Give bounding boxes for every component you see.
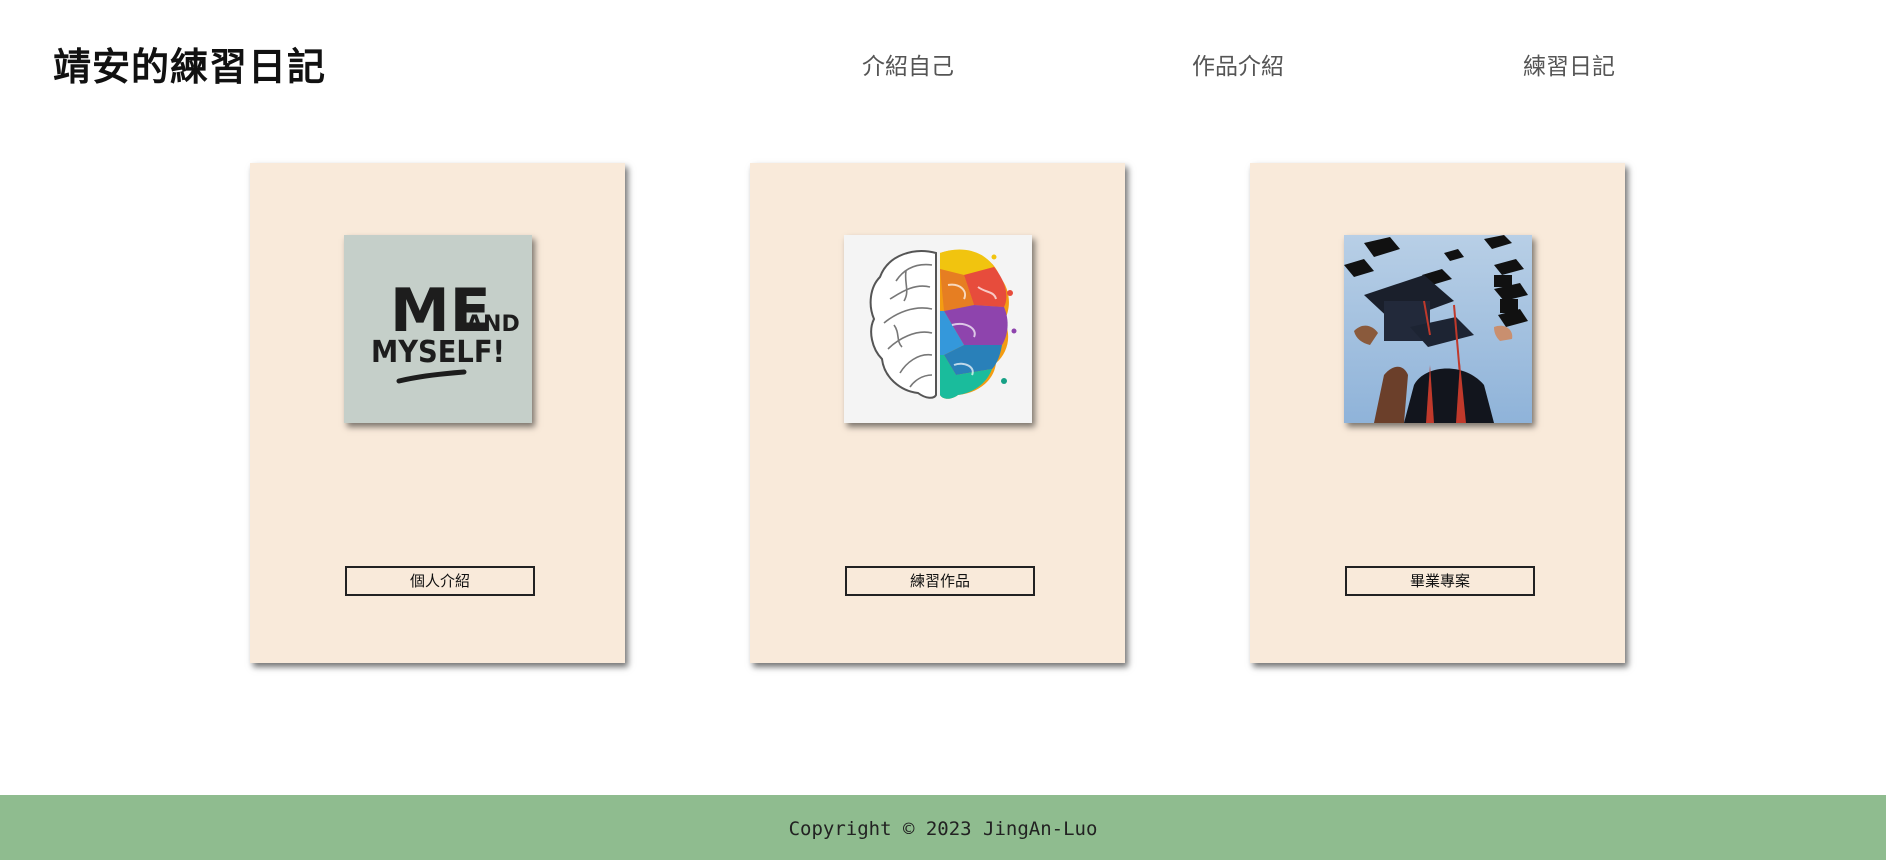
card-graduation: 畢業專案 xyxy=(1250,163,1625,663)
card-works: 練習作品 xyxy=(750,163,1125,663)
site-header: 靖安的練習日記 介紹自己 作品介紹 練習日記 xyxy=(0,0,1886,120)
copyright-text: Copyright © 2023 JingAn-Luo xyxy=(788,818,1098,840)
page: 靖安的練習日記 介紹自己 作品介紹 練習日記 ME AND MYSELF! 個人… xyxy=(0,0,1886,860)
myself-text: MYSELF! xyxy=(371,335,505,370)
nav-link-works[interactable]: 作品介紹 xyxy=(1192,47,1284,81)
graduation-caps-image xyxy=(1344,235,1532,423)
and-text: AND xyxy=(466,312,520,337)
site-title: 靖安的練習日記 xyxy=(53,45,327,89)
brain-left-right-image xyxy=(844,235,1032,423)
card-about-me: ME AND MYSELF! 個人介紹 xyxy=(250,163,625,663)
nav-link-diary[interactable]: 練習日記 xyxy=(1523,47,1615,81)
works-button[interactable]: 練習作品 xyxy=(845,566,1035,596)
site-footer: Copyright © 2023 JingAn-Luo xyxy=(0,795,1886,860)
me-and-myself-image: ME AND MYSELF! xyxy=(344,235,532,423)
nav-link-about-me[interactable]: 介紹自己 xyxy=(862,47,954,81)
about-me-button[interactable]: 個人介紹 xyxy=(345,566,535,596)
graduation-project-button[interactable]: 畢業專案 xyxy=(1345,566,1535,596)
